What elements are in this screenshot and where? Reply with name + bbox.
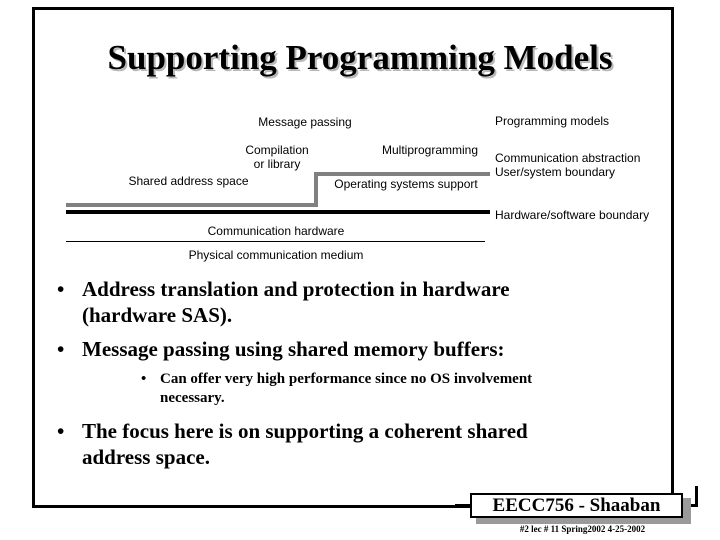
diagram-label-communication-hardware: Communication hardware (207, 224, 345, 238)
bullet-line: Address translation and protection in ha… (82, 277, 510, 301)
slide: Supporting Programming Models Message pa… (0, 0, 720, 540)
diagram-label-operating-systems-support: Operating systems support (334, 177, 478, 191)
diagram-label-hardware-software-boundary: Hardware/software boundary (495, 208, 650, 222)
physical-medium-line (66, 241, 485, 242)
hardware-software-boundary-line (66, 210, 490, 214)
bullet-line: Can offer very high performance since no… (160, 371, 533, 387)
diagram-label-message-passing: Message passing (258, 115, 352, 129)
diagram-label-multiprogramming: Multiprogramming (381, 143, 479, 157)
bullet-line: The focus here is on supporting a cohere… (82, 419, 528, 443)
diagram-label-compilation: Compilation (245, 143, 309, 157)
diagram-label-physical-communication-medium: Physical communication medium (188, 248, 364, 262)
footer-details: #2 lec # 11 Spring2002 4-25-2002 (519, 524, 646, 534)
bullet-marker: • (57, 277, 65, 301)
bullet-line: Message passing using shared memory buff… (82, 337, 505, 361)
diagram-label-communication-abstraction: Communication abstraction (495, 151, 641, 165)
slide-border-gap (668, 506, 680, 532)
sub-bullet-item: • Can offer very high performance since … (48, 370, 668, 408)
bullet-marker: • (141, 371, 147, 387)
user-system-boundary-line-right (314, 172, 490, 176)
footer-connector-riser (695, 486, 698, 507)
diagram-label-or-library: or library (253, 157, 301, 171)
diagram-label-shared-address-space: Shared address space (128, 174, 249, 188)
bullet-line: (hardware SAS). (82, 303, 233, 327)
programming-models-diagram: Message passing Programming models Compi… (0, 0, 720, 270)
bullet-list: • Address translation and protection in … (48, 276, 668, 478)
bullet-marker: • (57, 419, 65, 443)
bullet-item: • Message passing using shared memory bu… (48, 336, 668, 362)
bullet-item: • Address translation and protection in … (48, 276, 668, 328)
diagram-label-programming-models: Programming models (495, 114, 610, 128)
user-system-boundary-line-left (66, 203, 314, 207)
footer-tab-right (683, 504, 698, 507)
diagram-label-user-system-boundary: User/system boundary (495, 165, 616, 179)
user-system-boundary-line-riser (314, 172, 318, 207)
bullet-item: • The focus here is on supporting a cohe… (48, 418, 668, 470)
bullet-line: necessary. (160, 390, 225, 406)
bullet-marker: • (57, 337, 65, 361)
bullet-line: address space. (82, 445, 210, 469)
